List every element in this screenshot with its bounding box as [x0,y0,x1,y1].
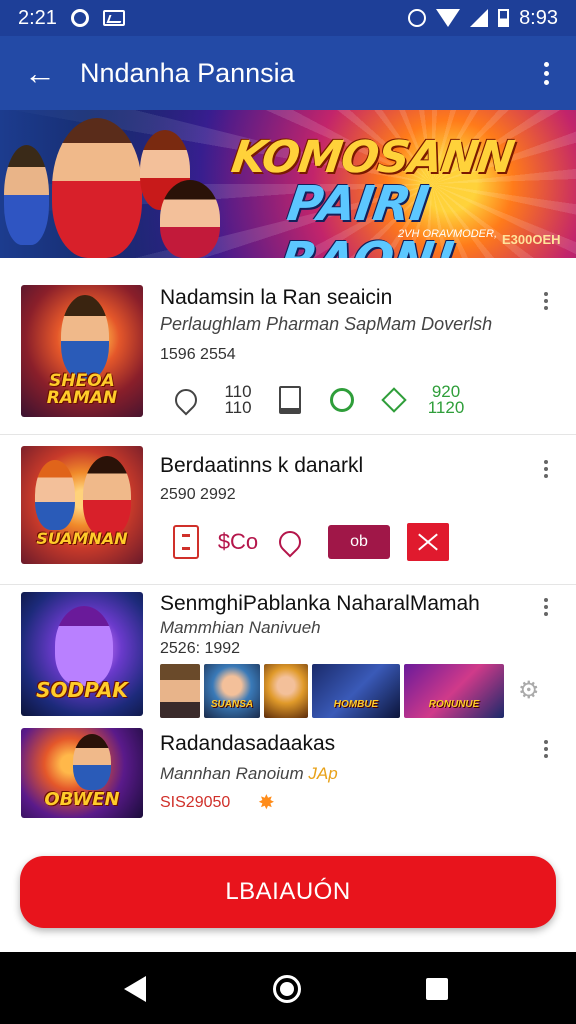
item-more-icon[interactable] [536,292,556,310]
wifi-icon [436,9,461,27]
app-bar: ← Nndanha Pannsia [0,36,576,110]
status-clock-right: 8:93 [519,6,558,29]
nav-back-icon[interactable] [124,976,146,1002]
banner-characters [0,110,230,258]
ticket-button[interactable]: ob [316,522,402,562]
share-button[interactable] [316,380,368,420]
card-icon [173,525,199,559]
alarm-icon [408,9,427,27]
status-time: 2:21 [18,6,57,29]
promo-banner[interactable]: KOMOSANN PAIRI RAON! 2VH ORAVMODER, E300… [0,110,576,258]
item-title: Radandasadaakas [160,732,336,755]
score-bottom: 1120 [427,398,465,417]
screenshot-tile[interactable] [264,664,308,718]
diamond-icon [381,387,407,413]
back-arrow-icon[interactable]: ← [0,36,80,110]
screenshot-tile[interactable]: HOMBUE [312,664,400,718]
game-thumbnail[interactable]: SODPAK [21,592,143,716]
heart-icon [274,526,306,558]
like-button[interactable] [160,380,212,420]
more-options-icon[interactable] [516,36,576,110]
primary-action-button[interactable]: LBAIAUÓN [20,856,556,928]
system-nav-bar [0,952,576,1024]
character-art [160,180,220,258]
character-art [4,145,49,245]
item-title: Nadamsin la Ran seaicin [160,286,393,309]
item-meta: 2526: 1992 [160,640,241,657]
like-button[interactable] [264,522,316,562]
score-stack: 920 1120 [420,380,472,420]
item-more-icon[interactable] [536,598,556,616]
character-art [55,606,113,686]
sync-icon [70,9,89,27]
subtitle-text: Mannhan Ranoium [160,764,304,783]
price-label: $Co [217,529,259,554]
close-box-icon [407,523,449,561]
status-bar: 2:21 8:93 [0,0,576,36]
list-item[interactable]: SHEOA RAMAN Nadamsin la Ran seaicin Perl… [0,258,576,438]
star-icon: ✸ [258,792,275,814]
nav-home-icon[interactable] [273,975,301,1003]
item-price: SIS29050 [160,794,231,811]
tile-caption: SUANSA [210,699,254,710]
cell-signal-icon [470,9,489,27]
item-subtitle: Mannhan Ranoium JAp [160,764,338,784]
item-actions: $Co ob [160,522,454,562]
character-art [73,734,111,790]
item-subtitle: Mammhian Nanivueh [160,618,321,637]
gear-icon[interactable]: ⚙ [518,676,540,705]
subtitle-tag: JAp [308,764,338,783]
thumbnail-caption: SUAMNAN [36,529,128,548]
item-meta: 2590 2992 [160,486,236,503]
app-title: Nndanha Pannsia [80,57,295,88]
ticket-icon: ob [328,525,390,559]
count-stack: 110 110 [212,380,264,420]
gem-button[interactable] [368,380,420,420]
item-title: Berdaatinns k danarkl [160,454,364,477]
save-button[interactable] [264,380,316,420]
item-subtitle: Perlaughlam Pharman SapMam Doverlsh [160,314,493,334]
battery-icon [498,9,510,27]
screenshot-strip: SUANSA HOMBUE RONUNUE [160,664,504,718]
game-thumbnail[interactable]: SHEOA RAMAN [21,285,143,417]
thumbnail-caption: OBWEN [44,789,120,810]
character-art [35,460,75,530]
nav-recents-icon[interactable] [426,978,448,1000]
list-item[interactable]: OBWEN Radandasadaakas Mannhan Ranoium JA… [0,724,576,824]
item-actions: 110 110 920 1120 [160,380,472,420]
item-more-icon[interactable] [536,460,556,478]
count-bottom: 110 [224,398,252,417]
banner-small-text: 2VH ORAVMODER, [398,228,498,240]
notification-icon [102,10,125,26]
bookmark-icon [279,386,301,414]
screenshot-tile[interactable]: SUANSA [204,664,260,718]
banner-tagline: E300OEH [502,232,561,247]
thumbnail-caption: SHEOA RAMAN [46,371,118,408]
item-meta: 1596 2554 [160,346,236,363]
item-title: SenmghiPablanka NaharalMamah [160,592,480,615]
info-button[interactable] [160,522,212,562]
game-thumbnail[interactable]: OBWEN [21,728,143,818]
character-art [61,295,109,379]
item-more-icon[interactable] [536,740,556,758]
game-thumbnail[interactable]: SUAMNAN [21,446,143,564]
character-art [83,456,131,536]
list-item[interactable]: SODPAK SenmghiPablanka NaharalMamah Mamm… [0,584,576,724]
tile-caption: RONUNUE [428,699,480,710]
screenshot-tile[interactable]: RONUNUE [404,664,504,718]
heart-icon [170,384,202,416]
share-icon [330,388,354,412]
close-button[interactable] [402,522,454,562]
list-item[interactable]: SUAMNAN Berdaatinns k danarkl 2590 2992 … [0,434,576,584]
price-button[interactable]: $Co [212,522,264,562]
screenshot-tile[interactable] [160,664,200,718]
character-art [52,118,142,258]
thumbnail-caption: SODPAK [36,678,128,702]
tile-caption: HOMBUE [333,699,379,710]
